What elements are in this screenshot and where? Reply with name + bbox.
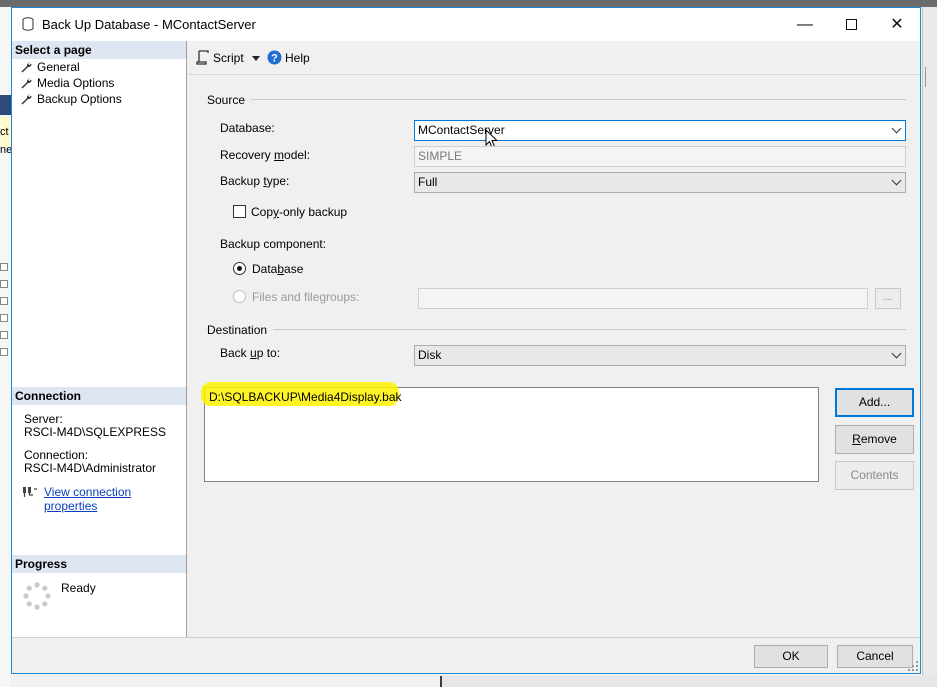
script-dropdown-icon[interactable] [252, 56, 260, 61]
background-app-fragment: ne [0, 144, 11, 156]
chevron-down-icon [891, 123, 902, 134]
maximize-button[interactable] [828, 8, 874, 41]
wrench-icon [21, 62, 32, 73]
tree-expand-icon [0, 297, 8, 305]
background-app-strip: ct ne [0, 7, 11, 687]
wrench-icon [21, 94, 32, 105]
toolbar: Script ? Help [188, 41, 920, 75]
backup-destination-list[interactable]: D:\SQLBACKUP\Media4Display.bak [201, 382, 819, 482]
contents-button[interactable]: Contents [835, 461, 914, 490]
ok-button[interactable]: OK [754, 645, 828, 668]
backup-component-label: Backup component: [220, 237, 327, 251]
page-media-options[interactable]: Media Options [20, 75, 114, 91]
resize-grip-icon[interactable] [908, 661, 918, 671]
copy-only-label[interactable]: Copy-only backup [251, 205, 347, 219]
script-button[interactable]: Script [196, 50, 244, 66]
backup-type-select[interactable]: Full [414, 172, 906, 193]
background-app-fragment: ct [0, 117, 11, 147]
background-window-edge [922, 7, 937, 687]
chevron-down-icon [891, 175, 902, 186]
tree-expand-icon [0, 280, 8, 288]
component-files-label: Files and filegroups: [252, 290, 360, 304]
tree-expand-icon [0, 314, 8, 322]
progress-spinner-icon [23, 582, 51, 610]
server-value: RSCI-M4D\SQLEXPRESS [24, 425, 167, 439]
connection-header: Connection [12, 387, 186, 405]
files-filegroups-field [418, 288, 868, 309]
source-group-label: Source [207, 93, 252, 107]
back-up-to-select-value: Disk [418, 348, 442, 362]
progress-status: Ready [61, 581, 96, 595]
back-up-to-label: Back up to: [220, 346, 281, 360]
component-database-label[interactable]: Database [252, 262, 303, 276]
database-label: Database: [220, 121, 275, 135]
recovery-model-field: SIMPLE [414, 146, 906, 167]
remove-destination-button[interactable]: Remove [835, 425, 914, 454]
cancel-button[interactable]: Cancel [837, 645, 913, 668]
minimize-button[interactable]: — [782, 8, 828, 41]
tree-expand-icon [0, 331, 8, 339]
browse-filegroups-button[interactable]: ... [875, 288, 901, 309]
view-connection-properties-link[interactable]: View connection properties [44, 485, 186, 513]
connection-value: RSCI-M4D\Administrator [24, 461, 157, 475]
destination-group-divider [206, 329, 906, 330]
script-label: Script [213, 51, 244, 65]
backup-type-label: Backup type: [220, 174, 290, 188]
source-group-divider [206, 99, 906, 100]
destination-group-label: Destination [207, 323, 274, 337]
backup-type-select-value: Full [418, 175, 438, 189]
title-bar: Back Up Database - MContactServer — ✕ [12, 8, 920, 41]
copy-only-checkbox[interactable] [233, 205, 246, 218]
help-label: Help [285, 51, 310, 65]
list-item[interactable]: D:\SQLBACKUP\Media4Display.bak [209, 390, 402, 404]
dialog-footer: OK Cancel [12, 637, 920, 673]
progress-header: Progress [12, 555, 186, 573]
close-button[interactable]: ✕ [874, 8, 920, 41]
page-selector-pane: Select a page General Media Options Back… [12, 41, 187, 637]
general-page: Source Database: MContactServer Recovery… [188, 76, 920, 637]
page-media-options-label: Media Options [37, 76, 115, 90]
connection-properties-icon [23, 487, 37, 497]
page-general[interactable]: General [20, 59, 80, 75]
maximize-icon [845, 19, 857, 31]
page-backup-options[interactable]: Backup Options [20, 91, 122, 107]
background-app-bar [0, 95, 11, 115]
component-database-radio[interactable] [233, 262, 246, 275]
select-page-header: Select a page [12, 41, 186, 59]
script-icon [196, 50, 209, 65]
recovery-model-label: Recovery model: [220, 148, 311, 162]
background-window-edge [440, 676, 937, 687]
page-general-label: General [37, 60, 80, 74]
chevron-down-icon [891, 348, 902, 359]
database-icon [22, 17, 34, 31]
backup-database-dialog: Back Up Database - MContactServer — ✕ Se… [11, 7, 921, 674]
desktop-top-bar [0, 0, 937, 7]
tree-expand-icon [0, 348, 8, 356]
back-up-to-select[interactable]: Disk [414, 345, 906, 366]
component-files-radio[interactable] [233, 290, 246, 303]
help-button[interactable]: ? Help [267, 50, 310, 66]
svg-text:?: ? [271, 53, 278, 65]
window-title: Back Up Database - MContactServer [42, 17, 256, 32]
help-icon: ? [267, 50, 282, 65]
tree-expand-icon [0, 263, 8, 271]
page-backup-options-label: Backup Options [37, 92, 122, 106]
add-destination-button[interactable]: Add... [835, 388, 914, 417]
wrench-icon [21, 78, 32, 89]
